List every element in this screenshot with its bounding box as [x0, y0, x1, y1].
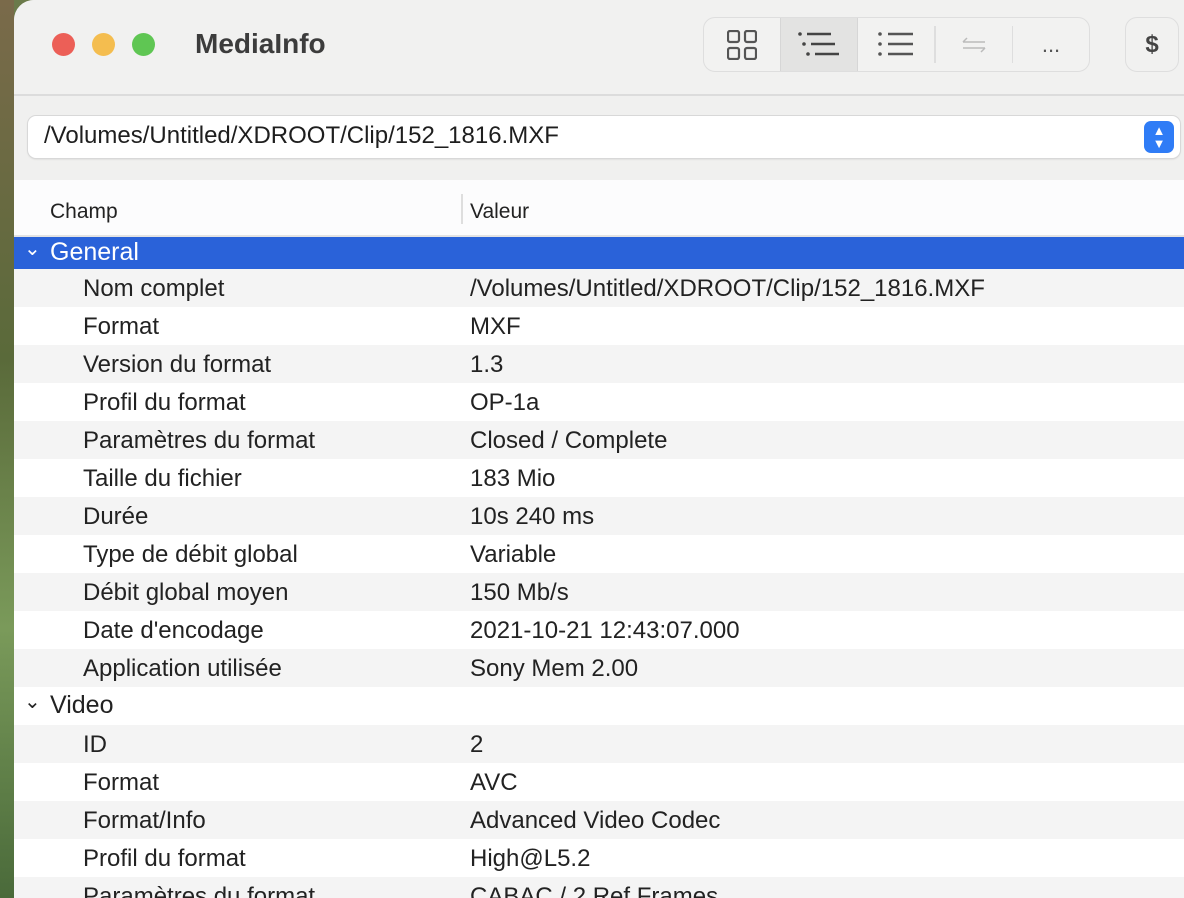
field-name: Débit global moyen: [83, 579, 289, 606]
column-header-champ[interactable]: Champ: [50, 200, 118, 224]
field-value: MXF: [470, 313, 521, 340]
field-name: Date d'encodage: [83, 617, 264, 644]
title-bar: MediaInfo ... $: [14, 0, 1184, 96]
field-name: Application utilisée: [83, 655, 282, 682]
field-name: Profil du format: [83, 845, 246, 872]
table-row[interactable]: Paramètres du format Closed / Complete: [14, 421, 1184, 459]
table-row[interactable]: Date d'encodage 2021-10-21 12:43:07.000: [14, 611, 1184, 649]
group-row-video[interactable]: ⌄ Video: [14, 687, 1184, 725]
field-name: Durée: [83, 503, 149, 530]
field-value: AVC: [470, 769, 518, 796]
field-name: Format/Info: [83, 807, 206, 834]
ellipsis-icon: ...: [1041, 31, 1061, 57]
mediainfo-window: MediaInfo ... $ /Volumes/Untitled/XDROOT…: [14, 0, 1184, 898]
info-table: Champ Valeur ⌄ General Nom complet/Volumes…: [14, 180, 1184, 898]
compare-button[interactable]: [936, 18, 1012, 71]
grid-view-button[interactable]: [704, 18, 780, 71]
field-name: Format: [83, 769, 160, 796]
field-value: OP-1a: [470, 389, 540, 416]
field-value: Sony Mem 2.00: [470, 655, 639, 682]
grid-icon: [727, 29, 757, 60]
table-row[interactable]: Type de débit global Variable: [14, 535, 1184, 573]
indented-list-icon: [798, 31, 839, 56]
field-name: Nom complet: [83, 275, 225, 302]
table-row[interactable]: Taille du fichier 183 Mio: [14, 459, 1184, 497]
table-row[interactable]: Application utilisée Sony Mem 2.00: [14, 649, 1184, 687]
list-icon: [878, 31, 913, 56]
field-value: 1.3: [470, 351, 504, 378]
field-value: 2021-10-21 12:43:07.000: [470, 617, 740, 644]
field-value: 183 Mio: [470, 465, 556, 492]
tree-view-button[interactable]: [780, 18, 858, 71]
table-row[interactable]: Version du format 1.3: [14, 345, 1184, 383]
table-row[interactable]: Nom complet/Volumes/Untitled/XDROOT/Clip…: [14, 269, 1184, 307]
field-name: Format: [83, 313, 160, 340]
field-value: Closed / Complete: [470, 427, 668, 454]
minimize-button[interactable]: [92, 33, 115, 56]
file-path-popup[interactable]: /Volumes/Untitled/XDROOT/Clip/152_1816.M…: [28, 116, 1180, 158]
field-value: CABAC / 2 Ref Frames: [470, 883, 719, 898]
zoom-button[interactable]: [132, 33, 155, 56]
field-value: 10s 240 ms: [470, 503, 595, 530]
table-row[interactable]: Format MXF: [14, 307, 1184, 345]
table-row[interactable]: Profil du format OP-1a: [14, 383, 1184, 421]
table-header: Champ Valeur: [14, 180, 1184, 237]
group-label: Video: [50, 691, 114, 719]
field-value: /Volumes/Untitled/XDROOT/Clip/152_1816.M…: [470, 275, 985, 302]
field-value: Advanced Video Codec: [470, 807, 721, 834]
desktop-background: [0, 0, 14, 898]
field-name: ID: [83, 731, 107, 758]
field-value: 150 Mb/s: [470, 579, 569, 606]
chevron-down-icon[interactable]: ⌄: [24, 236, 41, 261]
chevron-down-icon[interactable]: ⌄: [24, 689, 41, 714]
dollar-button[interactable]: $: [1125, 17, 1179, 72]
table-row[interactable]: Format/Info Advanced Video Codec: [14, 801, 1184, 839]
table-row[interactable]: Durée 10s 240 ms: [14, 497, 1184, 535]
swap-arrows-icon: [961, 36, 986, 53]
table-row[interactable]: Format AVC: [14, 763, 1184, 801]
table-row[interactable]: Débit global moyen 150 Mb/s: [14, 573, 1184, 611]
field-name: Paramètres du format: [83, 427, 316, 454]
table-row[interactable]: ID 2: [14, 725, 1184, 763]
file-path-value: /Volumes/Untitled/XDROOT/Clip/152_1816.M…: [44, 122, 559, 149]
group-row-general[interactable]: ⌄ General: [14, 237, 1184, 269]
field-name: Paramètres du format: [83, 883, 316, 898]
field-value: High@L5.2: [470, 845, 591, 872]
field-value: Variable: [470, 541, 557, 568]
field-name: Version du format: [83, 351, 272, 378]
table-row[interactable]: Profil du format High@L5.2: [14, 839, 1184, 877]
table-row[interactable]: Paramètres du format CABAC / 2 Ref Frames: [14, 877, 1184, 898]
column-header-valeur[interactable]: Valeur: [470, 200, 529, 224]
up-down-chevron-icon[interactable]: ▲ ▼: [1144, 121, 1174, 153]
field-name: Taille du fichier: [83, 465, 242, 492]
field-name: Profil du format: [83, 389, 246, 416]
field-name: Type de débit global: [83, 541, 298, 568]
window-title: MediaInfo: [195, 28, 326, 59]
view-mode-segmented-control: ...: [703, 17, 1090, 72]
group-label: General: [50, 238, 139, 266]
field-value: 2: [470, 731, 484, 758]
close-button[interactable]: [52, 33, 75, 56]
list-view-button[interactable]: [858, 18, 934, 71]
column-divider[interactable]: [461, 194, 463, 224]
more-button[interactable]: ...: [1013, 18, 1089, 71]
